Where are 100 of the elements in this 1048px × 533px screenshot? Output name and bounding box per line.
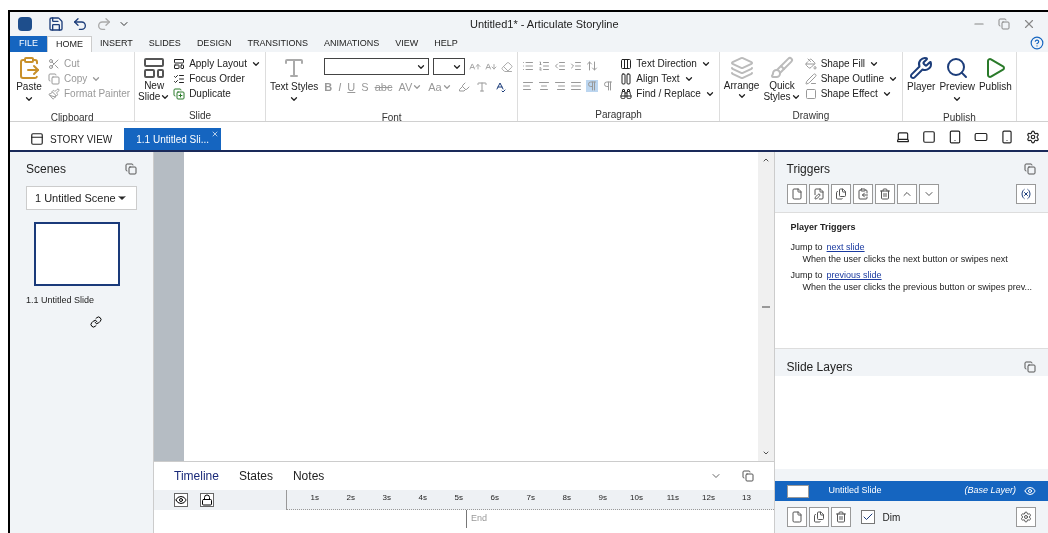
- layer-tool-button[interactable]: [830, 507, 851, 527]
- ribbon-button[interactable]: Duplicate: [173, 86, 261, 101]
- highlighter-icon[interactable]: [457, 81, 470, 93]
- layers-icon: [729, 56, 754, 80]
- slide-thumbnail[interactable]: [34, 222, 120, 286]
- eraser-icon[interactable]: [501, 60, 514, 73]
- align-right-icon[interactable]: [554, 80, 567, 92]
- scene-dropdown[interactable]: 1 Untitled Scene: [26, 186, 137, 210]
- arrange-button[interactable]: Arrange: [723, 56, 760, 102]
- shrink-font-icon[interactable]: [485, 60, 498, 73]
- align-left-icon[interactable]: [522, 80, 535, 92]
- ribbon-button[interactable]: Shape Fill: [804, 56, 898, 71]
- trigger-tool-button[interactable]: [852, 184, 873, 204]
- trigger-tool-button[interactable]: [830, 184, 851, 204]
- help-icon[interactable]: [1030, 36, 1044, 50]
- line-spacing-icon[interactable]: [586, 60, 599, 72]
- restore-icon[interactable]: [998, 18, 1010, 30]
- layer-settings-button[interactable]: [1016, 507, 1036, 527]
- settings-icon[interactable]: [1026, 130, 1040, 144]
- group-label: Publish: [943, 112, 976, 123]
- laptop-icon[interactable]: [896, 130, 910, 144]
- ribbon-tab[interactable]: SLIDES: [140, 36, 189, 52]
- ribbon-tab[interactable]: ANIMATIONS: [315, 36, 388, 52]
- redo-icon[interactable]: [96, 16, 112, 32]
- save-icon[interactable]: [48, 16, 64, 32]
- ribbon-button[interactable]: Focus Order: [173, 71, 261, 86]
- variables-button[interactable]: [1016, 184, 1036, 204]
- phone-icon[interactable]: [1000, 130, 1014, 144]
- panel-title: Slide Layers: [786, 358, 853, 376]
- panel-title: Triggers: [786, 161, 831, 178]
- lock-icon[interactable]: [200, 493, 214, 507]
- new-slide-button[interactable]: New Slide: [139, 56, 170, 102]
- quick-styles-button[interactable]: Quick Styles: [763, 56, 801, 102]
- font-color-icon[interactable]: [475, 81, 488, 93]
- bullets-icon[interactable]: [522, 60, 535, 72]
- caret-icon: [24, 94, 34, 104]
- timeline-tab[interactable]: Notes: [292, 467, 325, 485]
- float-panel-icon[interactable]: [741, 470, 754, 482]
- app-logo-icon: [18, 17, 32, 31]
- paste-button[interactable]: Paste: [14, 56, 44, 104]
- group-label: Paragraph: [595, 109, 642, 120]
- ribbon-tab[interactable]: VIEW: [387, 36, 427, 52]
- grow-font-icon[interactable]: [469, 60, 482, 73]
- brush-icon: [770, 56, 794, 80]
- justify-icon[interactable]: [570, 80, 583, 92]
- binoculars-icon: [620, 87, 633, 100]
- eye-icon[interactable]: [174, 493, 188, 507]
- group-label: Clipboard: [50, 112, 94, 123]
- numbering-icon[interactable]: [538, 60, 551, 72]
- timeline-tab[interactable]: States: [238, 467, 273, 485]
- scroll-down-icon[interactable]: [761, 449, 770, 457]
- ribbon-tab[interactable]: TRANSITIONS: [239, 36, 316, 52]
- font-name-field[interactable]: [324, 58, 430, 75]
- file-tab[interactable]: FILE: [10, 36, 47, 52]
- pilcrow-icon[interactable]: [586, 80, 599, 92]
- publish-tool-button[interactable]: Publish: [978, 56, 1012, 104]
- publish-tool-button[interactable]: Player: [907, 56, 936, 104]
- ribbon-button[interactable]: Find / Replace: [620, 86, 715, 101]
- trigger-tool-button[interactable]: [808, 184, 829, 204]
- align-center-icon[interactable]: [538, 80, 551, 92]
- pilcrow-icon[interactable]: [602, 80, 615, 92]
- indent-increase-icon[interactable]: [570, 60, 583, 72]
- close-icon[interactable]: [211, 130, 220, 138]
- new-icon: [790, 511, 803, 523]
- trigger-link[interactable]: next slide: [826, 240, 865, 253]
- float-panel-icon[interactable]: [1024, 360, 1036, 373]
- ribbon-tab[interactable]: INSERT: [92, 36, 141, 52]
- magnifier-icon: [945, 56, 970, 80]
- indent-decrease-icon[interactable]: [554, 60, 567, 72]
- layer-row[interactable]: Untitled Slide (Base Layer): [774, 481, 1048, 501]
- timeline-tab[interactable]: Timeline: [174, 467, 219, 485]
- layer-tool-button[interactable]: [808, 507, 829, 527]
- ribbon-button[interactable]: Text Direction: [620, 56, 715, 71]
- float-panel-icon[interactable]: [1024, 163, 1036, 175]
- document-tab[interactable]: STORY VIEW: [18, 128, 125, 150]
- trigger-link[interactable]: previous slide: [826, 268, 882, 281]
- close-icon[interactable]: [1022, 17, 1036, 31]
- text-styles-button[interactable]: Text Styles: [269, 56, 319, 104]
- ribbon-tab[interactable]: HELP: [426, 36, 466, 52]
- ribbon-button[interactable]: Shape Effect: [804, 86, 898, 101]
- tablet-icon[interactable]: [948, 130, 962, 144]
- check-icon: [861, 511, 874, 523]
- publish-tool-button[interactable]: Preview: [939, 56, 975, 104]
- scroll-up-icon[interactable]: [761, 156, 770, 164]
- ribbon-tab[interactable]: HOME: [47, 36, 92, 52]
- ribbon-button[interactable]: Align Text: [620, 71, 715, 86]
- undo-icon[interactable]: [72, 16, 88, 32]
- caret-icon: [736, 91, 747, 101]
- dim-checkbox[interactable]: [860, 510, 875, 524]
- document-tab[interactable]: 1.1 Untitled Sli...: [124, 128, 222, 150]
- section-title: Player Triggers: [790, 221, 857, 234]
- ribbon-button[interactable]: Shape Outline: [804, 71, 898, 86]
- font-size-field[interactable]: [433, 58, 466, 75]
- trigger-tool-button[interactable]: [874, 184, 895, 204]
- scissors-icon: [48, 57, 60, 70]
- float-panel-icon[interactable]: [125, 163, 137, 175]
- columns-icon: [620, 57, 633, 70]
- phone-landscape-icon[interactable]: [974, 130, 988, 144]
- ribbon-tab[interactable]: DESIGN: [188, 36, 240, 52]
- ribbon-button[interactable]: Apply Layout: [173, 56, 261, 71]
